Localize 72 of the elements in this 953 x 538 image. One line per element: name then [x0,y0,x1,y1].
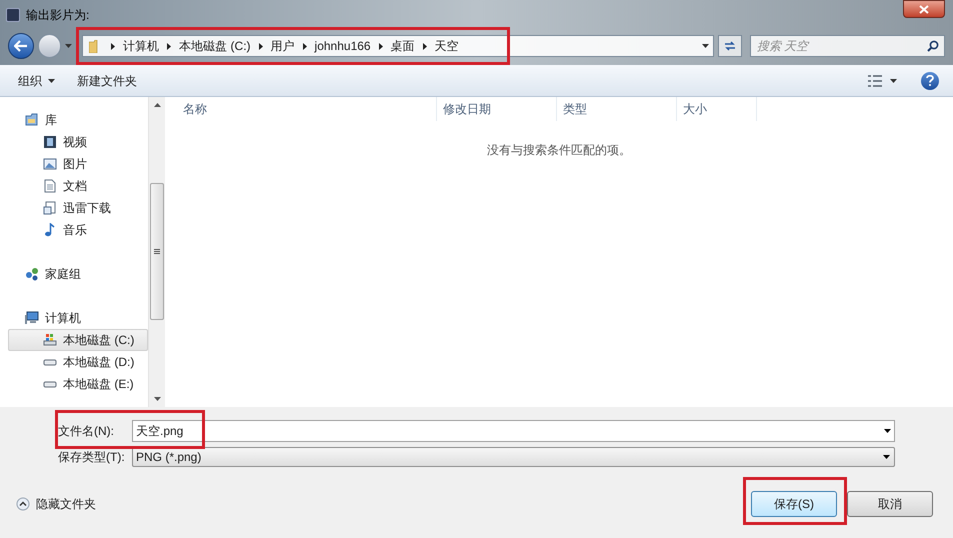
breadcrumb[interactable]: johnhu166 [314,37,371,55]
navigation-item[interactable]: 本地磁盘 (E:) [8,373,148,395]
chevron-icon [378,42,383,50]
navigation-item[interactable]: 家庭组 [0,263,148,285]
chevron-icon [167,42,172,50]
documents-icon [43,201,57,215]
help-button[interactable] [921,72,939,90]
breadcrumb[interactable]: 计算机 [123,37,160,55]
navigation-item[interactable]: 视频 [8,131,148,153]
caret-icon [890,78,897,82]
refresh-button[interactable] [718,35,742,57]
hide-folders-toggle[interactable]: 隐藏文件夹 [16,495,96,513]
navigation-item[interactable]: 文档 [8,175,148,197]
chevron-icon [302,42,307,50]
cancel-button[interactable]: 取消 [847,491,933,517]
scrollbar-thumb[interactable] [150,183,164,320]
field-label: 文件名(N): [58,424,114,438]
refresh-icon [723,40,738,52]
chevron-icon [258,42,263,50]
navigation-item[interactable]: 音乐 [8,219,148,241]
filename-field[interactable]: 天空.png [132,420,895,442]
navigation-item[interactable]: 本地磁盘 (D:) [8,351,148,373]
chevron-icon [111,42,116,50]
new-folder-button[interactable]: 新建文件夹 [69,68,145,92]
navigation-item[interactable]: 计算机 [0,307,148,329]
column-header[interactable]: 大小 [677,97,757,121]
navigation-item[interactable]: 迅雷下载 [8,197,148,219]
grip-icon [154,249,160,254]
question-mark-icon [926,75,934,86]
library-icon [25,113,39,127]
close-button[interactable] [903,0,945,18]
caret-icon [48,78,55,82]
app-icon [6,8,20,22]
empty-folder-message: 没有与搜索条件匹配的项。 [486,142,632,159]
chevron-icon [422,42,427,50]
scrollbar[interactable] [148,97,165,407]
list-view-icon [868,74,882,86]
drive-icon [43,333,57,347]
history-caret-icon [65,44,72,48]
window-title: 输出影片为: [26,7,90,24]
close-icon [919,4,929,14]
film-icon [43,135,57,149]
search-icon [926,40,939,52]
dropdown-caret-icon [883,455,890,459]
navigation-item[interactable]: 图片 [8,153,148,175]
document-icon [43,179,57,193]
address-bar[interactable]: 计算机 本地磁盘 (C:) 用户 johnhu166 桌面 天空 [82,35,714,57]
back-arrow-icon [14,40,28,52]
network-icon [25,267,39,281]
dropdown-caret-icon[interactable] [702,44,710,48]
file-type-dropdown[interactable]: PNG (*.png) [132,447,895,467]
breadcrumb[interactable]: 桌面 [390,37,415,55]
scroll-down-icon [154,397,160,401]
save-button[interactable]: 保存(S) [751,491,837,517]
collapse-chevron-icon [16,497,30,511]
search-field[interactable]: 搜索 天空 [750,35,945,57]
picture-icon [43,157,57,171]
music-note-icon [43,223,57,237]
breadcrumb[interactable]: 天空 [434,37,459,55]
column-header[interactable]: 修改日期 [437,97,557,121]
dropdown-caret-icon [884,429,891,433]
computer-icon [25,311,39,325]
navigation-item[interactable]: 库 [0,109,148,131]
column-header[interactable]: 类型 [557,97,677,121]
scroll-up-icon [154,103,160,107]
column-header[interactable]: 名称 [165,97,437,121]
field-label: 保存类型(T): [58,449,126,466]
organize-menu[interactable]: 组织 [14,68,59,92]
navigation-item[interactable]: 本地磁盘 (C:) [8,329,148,351]
breadcrumb[interactable]: 用户 [270,37,295,55]
breadcrumb[interactable]: 本地磁盘 (C:) [179,37,251,55]
back-button[interactable] [8,33,34,59]
